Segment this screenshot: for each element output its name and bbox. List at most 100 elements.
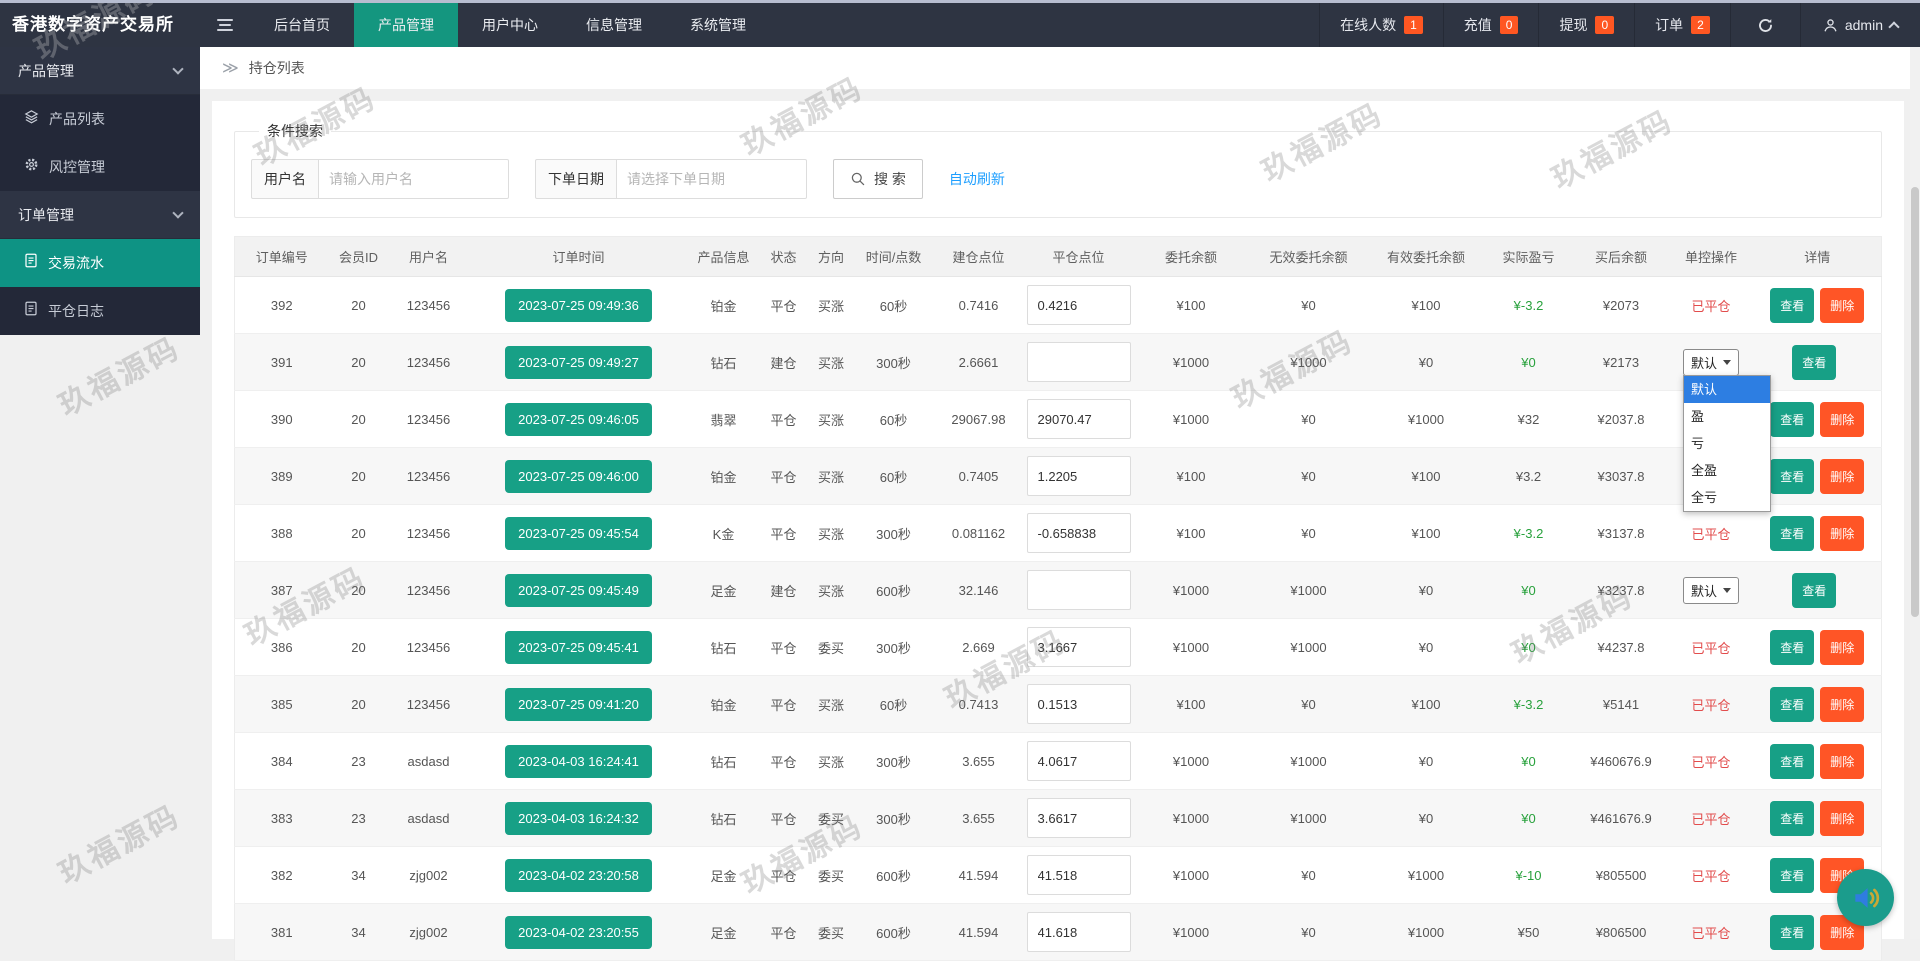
sidebar-item-平仓日志[interactable]: 平仓日志 — [0, 287, 200, 335]
order-time-button[interactable]: 2023-07-25 09:49:27 — [505, 346, 652, 379]
view-button[interactable]: 查看 — [1770, 858, 1814, 893]
sidebar-item-产品列表[interactable]: 产品列表 — [0, 95, 200, 143]
nav-menu-item[interactable]: 用户中心 — [458, 3, 562, 47]
sidebar-group-产品管理[interactable]: 产品管理 — [0, 47, 200, 95]
order-time-button[interactable]: 2023-07-25 09:46:00 — [505, 460, 652, 493]
sidebar-toggle-icon[interactable] — [200, 3, 250, 47]
username-cell: zjg002 — [389, 904, 469, 961]
close-point-input[interactable] — [1027, 627, 1131, 667]
view-button[interactable]: 查看 — [1770, 459, 1814, 494]
refresh-button[interactable] — [1730, 3, 1800, 47]
select-option[interactable]: 亏 — [1684, 430, 1770, 457]
order-time-button[interactable]: 2023-07-25 09:41:20 — [505, 688, 652, 721]
order-time-button[interactable]: 2023-04-02 23:20:58 — [505, 859, 652, 892]
auto-refresh-link[interactable]: 自动刷新 — [949, 169, 1005, 189]
close-point-input[interactable] — [1027, 456, 1131, 496]
username-input[interactable] — [319, 159, 509, 199]
invalid-entrust-cell: ¥0 — [1249, 277, 1369, 334]
close-point-input[interactable] — [1027, 513, 1131, 553]
select-option[interactable]: 全亏 — [1684, 484, 1770, 511]
close-point-input[interactable] — [1027, 570, 1131, 610]
nav-stat-item[interactable]: 在线人数1 — [1319, 3, 1443, 47]
view-button[interactable]: 查看 — [1770, 687, 1814, 722]
direction-cell: 委买 — [809, 904, 854, 961]
period-cell: 300秒 — [854, 505, 934, 562]
close-point-input[interactable] — [1027, 798, 1131, 838]
close-point-input[interactable] — [1027, 285, 1131, 325]
order-time-button[interactable]: 2023-07-25 09:45:54 — [505, 517, 652, 550]
close-point-cell — [1024, 904, 1134, 961]
nav-stat-item[interactable]: 订单2 — [1634, 3, 1730, 47]
delete-button[interactable]: 删除 — [1820, 687, 1864, 722]
close-point-input[interactable] — [1027, 342, 1131, 382]
order-date-input[interactable] — [617, 159, 807, 199]
open-point-cell: 0.7405 — [934, 448, 1024, 505]
view-button[interactable]: 查看 — [1770, 516, 1814, 551]
close-point-input[interactable] — [1027, 855, 1131, 895]
status-cell: 建仓 — [759, 562, 809, 619]
order-time-button[interactable]: 2023-04-02 23:20:55 — [505, 916, 652, 949]
username-cell: 123456 — [389, 676, 469, 733]
select-option[interactable]: 默认 — [1684, 376, 1770, 403]
sidebar-item-风控管理[interactable]: 风控管理 — [0, 143, 200, 191]
delete-button[interactable]: 删除 — [1820, 288, 1864, 323]
control-select[interactable]: 默认 — [1683, 577, 1739, 604]
view-button[interactable]: 查看 — [1770, 630, 1814, 665]
order-time-button[interactable]: 2023-07-25 09:45:49 — [505, 574, 652, 607]
delete-button[interactable]: 删除 — [1820, 630, 1864, 665]
close-point-input[interactable] — [1027, 399, 1131, 439]
nav-menu-item[interactable]: 后台首页 — [250, 3, 354, 47]
entrust-balance-cell: ¥100 — [1134, 277, 1249, 334]
closed-status-label: 已平仓 — [1691, 527, 1730, 542]
select-option[interactable]: 盈 — [1684, 403, 1770, 430]
balance-after-cell: ¥2073 — [1574, 277, 1669, 334]
delete-button[interactable]: 删除 — [1820, 459, 1864, 494]
table-row: 386201234562023-07-25 09:45:41钻石平仓委买300秒… — [235, 619, 1882, 676]
nav-stat-item[interactable]: 提现0 — [1538, 3, 1634, 47]
delete-button[interactable]: 删除 — [1820, 402, 1864, 437]
breadcrumb-bar: ≫ 持仓列表 — [200, 47, 1920, 89]
page-scrollbar-thumb[interactable] — [1911, 187, 1919, 617]
delete-button[interactable]: 删除 — [1820, 516, 1864, 551]
view-button[interactable]: 查看 — [1770, 744, 1814, 779]
sidebar-group-订单管理[interactable]: 订单管理 — [0, 191, 200, 239]
order-time-button[interactable]: 2023-07-25 09:45:41 — [505, 631, 652, 664]
close-point-input[interactable] — [1027, 741, 1131, 781]
count-badge: 0 — [1595, 16, 1614, 34]
user-menu[interactable]: admin — [1800, 3, 1920, 47]
nav-stat-item[interactable]: 充值0 — [1443, 3, 1539, 47]
product-cell: 铂金 — [689, 448, 759, 505]
view-button[interactable]: 查看 — [1792, 573, 1836, 608]
username-cell: 123456 — [389, 391, 469, 448]
nav-menu-item[interactable]: 产品管理 — [354, 3, 458, 47]
nav-menu-item[interactable]: 系统管理 — [666, 3, 770, 47]
invalid-entrust-cell: ¥0 — [1249, 904, 1369, 961]
view-button[interactable]: 查看 — [1770, 915, 1814, 950]
member-id-cell: 34 — [329, 904, 389, 961]
delete-button[interactable]: 删除 — [1820, 801, 1864, 836]
status-cell: 平仓 — [759, 847, 809, 904]
view-button[interactable]: 查看 — [1770, 801, 1814, 836]
order-time-button[interactable]: 2023-07-25 09:49:36 — [505, 289, 652, 322]
close-point-input[interactable] — [1027, 684, 1131, 724]
nav-menu-item[interactable]: 信息管理 — [562, 3, 666, 47]
delete-button[interactable]: 删除 — [1820, 744, 1864, 779]
profit-cell: ¥0 — [1484, 619, 1574, 676]
close-point-input[interactable] — [1027, 912, 1131, 952]
view-button[interactable]: 查看 — [1770, 402, 1814, 437]
order-time-button[interactable]: 2023-07-25 09:46:05 — [505, 403, 652, 436]
sidebar-item-label: 交易流水 — [48, 239, 104, 287]
view-button[interactable]: 查看 — [1792, 345, 1836, 380]
select-option[interactable]: 全盈 — [1684, 457, 1770, 484]
profit-cell: ¥-10 — [1484, 847, 1574, 904]
product-cell: 铂金 — [689, 277, 759, 334]
balance-after-cell: ¥4237.8 — [1574, 619, 1669, 676]
sidebar-item-交易流水[interactable]: 交易流水 — [0, 239, 200, 287]
username-label: admin — [1845, 17, 1883, 33]
control-select[interactable]: 默认 — [1683, 349, 1739, 376]
order-time-button[interactable]: 2023-04-03 16:24:41 — [505, 745, 652, 778]
order-time-button[interactable]: 2023-04-03 16:24:32 — [505, 802, 652, 835]
search-button[interactable]: 搜 索 — [833, 159, 923, 199]
view-button[interactable]: 查看 — [1770, 288, 1814, 323]
sound-notification-fab[interactable] — [1837, 869, 1894, 926]
